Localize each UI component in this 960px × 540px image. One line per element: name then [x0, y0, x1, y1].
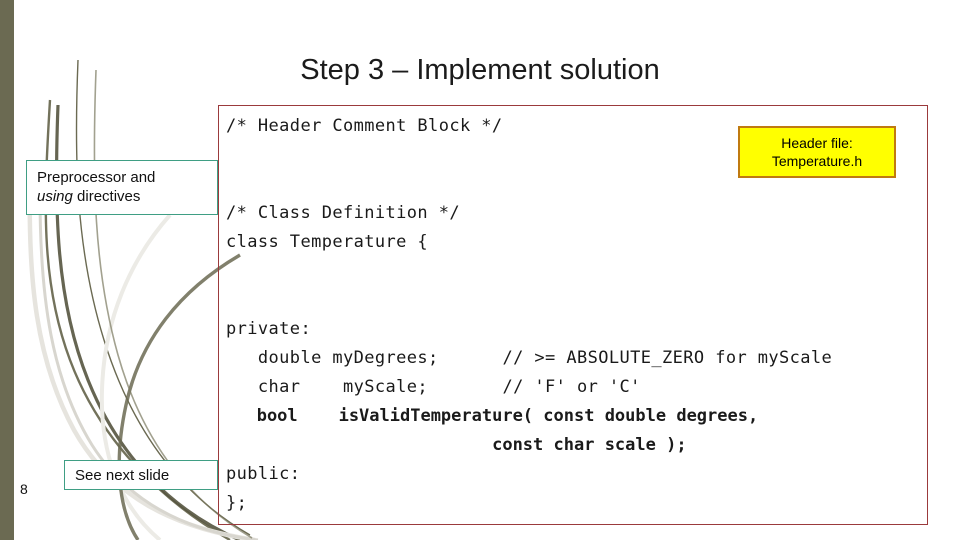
callout-header-file: Header file: Temperature.h — [738, 126, 896, 178]
code-line: bool isValidTemperature( const double de… — [226, 406, 759, 426]
callout-preprocessor: Preprocessor and using directives — [26, 160, 218, 215]
callout-preprocessor-prefix: Preprocessor and — [37, 169, 156, 186]
code-line: }; — [226, 493, 248, 513]
code-line: const char scale ); — [226, 435, 687, 455]
callout-header-file-line2: Temperature.h — [771, 153, 863, 169]
code-line: double myDegrees; // >= ABSOLUTE_ZERO fo… — [226, 348, 833, 368]
page-number: 8 — [20, 481, 28, 497]
callout-preprocessor-emphasis: using — [37, 188, 73, 205]
slide-canvas: Step 3 – Implement solution /* Header Co… — [0, 0, 960, 540]
callout-preprocessor-suffix: directives — [72, 188, 141, 205]
code-line: char myScale; // 'F' or 'C' — [226, 377, 641, 397]
callout-see-next-slide: See next slide — [64, 460, 218, 490]
callout-see-next-slide-label: See next slide — [75, 466, 170, 484]
code-line: private: — [226, 319, 312, 339]
code-line: class Temperature { — [226, 232, 429, 252]
page-title: Step 3 – Implement solution — [300, 54, 660, 86]
code-line: public: — [226, 464, 301, 484]
callout-header-file-line1: Header file: — [781, 135, 853, 151]
code-line: /* Class Definition */ — [226, 203, 460, 223]
